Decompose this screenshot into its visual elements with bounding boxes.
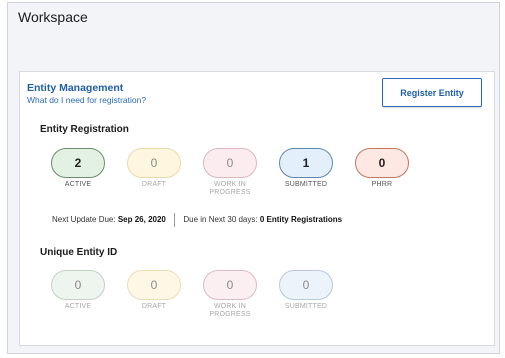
divider [174, 213, 176, 227]
registration-due-info: Next Update Due: Sep 26, 2020 Due in Nex… [52, 213, 342, 227]
status-label: WORK IN PROGRESS [209, 303, 251, 318]
status-count-badge[interactable]: 1 [279, 148, 333, 178]
page-title: Workspace [18, 9, 88, 25]
status-label: SUBMITTED [284, 303, 328, 310]
status-count-badge[interactable]: 2 [51, 148, 105, 178]
status-label: PHRR [371, 181, 393, 188]
status-count-badge[interactable]: 0 [51, 270, 105, 300]
due-value: 0 Entity Registrations [259, 215, 343, 225]
status-active[interactable]: 2 ACTIVE [48, 148, 108, 189]
status-work-in-progress[interactable]: 0 WORK IN PROGRESS [200, 148, 260, 197]
status-label: ACTIVE [64, 181, 92, 188]
status-count-badge[interactable]: 0 [203, 148, 257, 178]
card-header: Entity Management What do I need for reg… [27, 82, 146, 106]
uei-status-submitted[interactable]: 0 SUBMITTED [276, 270, 336, 311]
workspace-panel: Workspace Entity Management What do I ne… [7, 2, 500, 354]
status-draft[interactable]: 0 DRAFT [124, 148, 184, 189]
uei-status-draft[interactable]: 0 DRAFT [124, 270, 184, 311]
uei-status-active[interactable]: 0 ACTIVE [48, 270, 108, 311]
registration-help-link[interactable]: What do I need for registration? [27, 95, 146, 106]
status-label: ACTIVE [64, 303, 92, 310]
status-label: DRAFT [141, 181, 167, 188]
status-count-badge[interactable]: 0 [279, 270, 333, 300]
due-label: Due in Next 30 days: [183, 215, 258, 225]
status-count-badge[interactable]: 0 [127, 148, 181, 178]
entity-management-title: Entity Management [27, 82, 124, 94]
status-label: DRAFT [141, 303, 167, 310]
uei-status-work-in-progress[interactable]: 0 WORK IN PROGRESS [200, 270, 260, 319]
status-submitted[interactable]: 1 SUBMITTED [276, 148, 336, 189]
status-count-badge[interactable]: 0 [355, 148, 409, 178]
entity-registration-title: Entity Registration [40, 124, 129, 135]
next-update-label: Next Update Due: [52, 215, 116, 225]
status-label: SUBMITTED [284, 181, 328, 188]
unique-entity-id-status-row: 0 ACTIVE 0 DRAFT 0 WORK IN PROGRESS 0 SU… [48, 270, 428, 330]
status-phrr[interactable]: 0 PHRR [352, 148, 412, 189]
entity-registration-status-row: 2 ACTIVE 0 DRAFT 0 WORK IN PROGRESS 1 SU… [48, 148, 428, 208]
next-update-date: Sep 26, 2020 [117, 215, 166, 225]
status-count-badge[interactable]: 0 [127, 270, 181, 300]
unique-entity-id-title: Unique Entity ID [40, 247, 118, 258]
status-count-badge[interactable]: 0 [203, 270, 257, 300]
register-entity-button[interactable]: Register Entity [382, 78, 482, 107]
entity-management-card: Entity Management What do I need for reg… [19, 71, 495, 346]
status-label: WORK IN PROGRESS [209, 181, 251, 196]
